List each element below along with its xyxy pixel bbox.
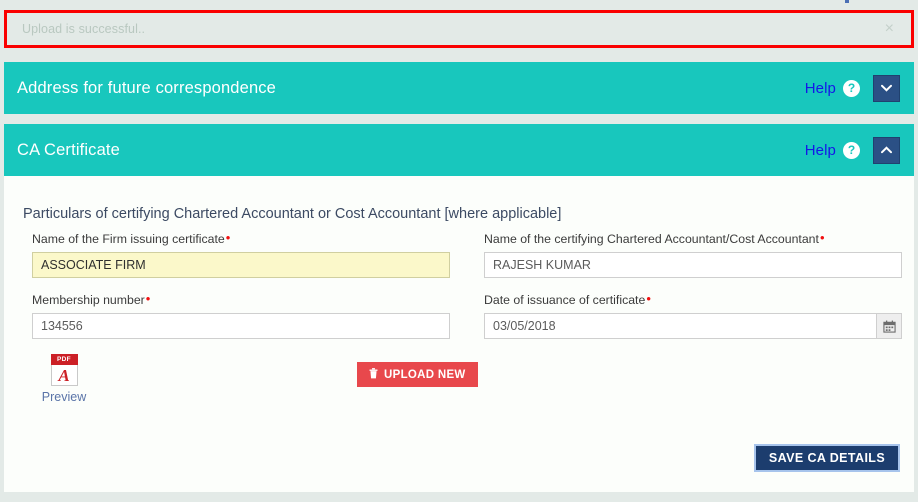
pdf-label: PDF xyxy=(50,354,78,365)
membership-number-input[interactable] xyxy=(32,313,450,339)
calendar-icon[interactable] xyxy=(876,313,902,339)
label-firm-name: Name of the Firm issuing certificate• xyxy=(32,230,462,246)
label-firm-name-text: Name of the Firm issuing certificate xyxy=(32,232,225,246)
chevron-down-icon[interactable] xyxy=(873,74,900,102)
pdf-file-icon[interactable]: PDF A xyxy=(50,354,78,386)
ca-name-input[interactable] xyxy=(484,252,902,278)
firm-name-input[interactable] xyxy=(32,252,450,278)
upload-new-button-label: UPLOAD NEW xyxy=(384,368,466,381)
page-root: Upload is successful.. × Address for fut… xyxy=(0,0,918,502)
preview-link[interactable]: Preview xyxy=(34,390,94,404)
acrobat-glyph: A xyxy=(58,365,70,385)
required-marker: • xyxy=(646,291,651,306)
help-link-address[interactable]: Help xyxy=(805,80,836,97)
label-ca-name-text: Name of the certifying Chartered Account… xyxy=(484,232,819,246)
field-group-ca-name: Name of the certifying Chartered Account… xyxy=(462,230,902,278)
issue-date-control xyxy=(484,313,902,339)
field-group-issue-date: Date of issuance of certificate• xyxy=(462,291,902,339)
panel-header-address[interactable]: Address for future correspondence Help ? xyxy=(4,62,914,114)
ca-certificate-form: Name of the Firm issuing certificate• Na… xyxy=(4,230,914,354)
upload-new-button[interactable]: UPLOAD NEW xyxy=(357,362,478,387)
panel-title-address: Address for future correspondence xyxy=(17,78,277,97)
section-heading: Particulars of certifying Chartered Acco… xyxy=(23,206,562,222)
question-mark-icon[interactable]: ? xyxy=(843,79,860,97)
ca-certificate-card: Particulars of certifying Chartered Acco… xyxy=(4,176,914,492)
form-row-1: Name of the Firm issuing certificate• Na… xyxy=(4,230,914,278)
label-membership-number-text: Membership number xyxy=(32,293,145,307)
label-issue-date: Date of issuance of certificate• xyxy=(484,291,892,307)
top-cutoff-remnant xyxy=(845,0,849,3)
field-group-membership-number: Membership number• xyxy=(32,291,462,339)
chevron-up-icon[interactable] xyxy=(873,136,900,164)
label-ca-name: Name of the certifying Chartered Account… xyxy=(484,230,892,246)
help-link-ca[interactable]: Help xyxy=(805,142,836,159)
form-row-2: Membership number• Date of issuance of c… xyxy=(4,291,914,339)
label-issue-date-text: Date of issuance of certificate xyxy=(484,293,646,307)
attachment-row: PDF A Preview UPLOAD NEW xyxy=(32,354,892,414)
issue-date-input[interactable] xyxy=(484,313,902,339)
field-group-firm-name: Name of the Firm issuing certificate• xyxy=(32,230,462,278)
alert-message: Upload is successful.. xyxy=(22,22,146,36)
question-mark-icon[interactable]: ? xyxy=(843,141,860,159)
close-icon[interactable]: × xyxy=(885,21,911,37)
label-membership-number: Membership number• xyxy=(32,291,462,307)
trash-icon xyxy=(369,367,378,382)
success-alert: Upload is successful.. × xyxy=(4,10,914,48)
save-ca-details-button[interactable]: SAVE CA DETAILS xyxy=(754,444,900,472)
required-marker: • xyxy=(819,230,825,245)
required-marker: • xyxy=(145,291,151,306)
panel-title-ca-certificate: CA Certificate xyxy=(17,140,120,159)
panel-header-actions-address: Help ? xyxy=(805,74,914,102)
panel-header-actions-ca: Help ? xyxy=(805,136,914,164)
panel-header-ca-certificate[interactable]: CA Certificate Help ? xyxy=(4,124,914,176)
required-marker: • xyxy=(225,230,231,245)
attachment-preview-block: PDF A Preview xyxy=(34,354,94,404)
